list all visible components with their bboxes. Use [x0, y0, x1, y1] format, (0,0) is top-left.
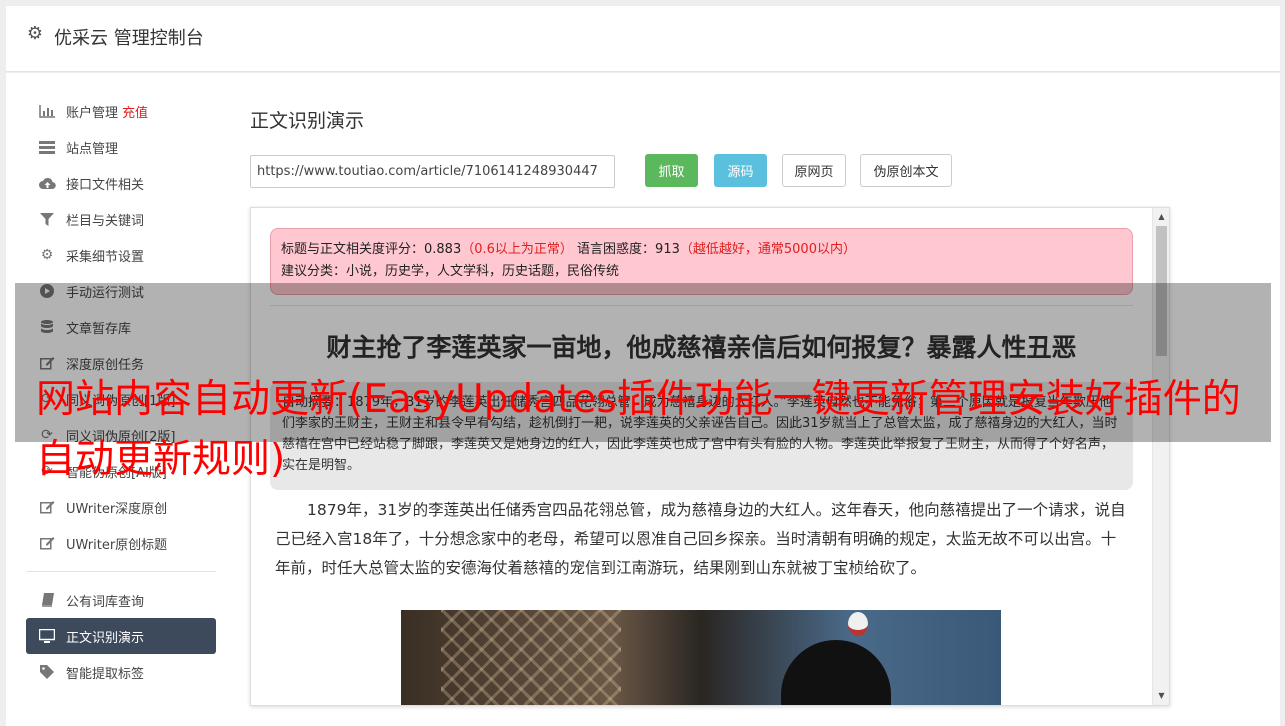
sidebar-item-text-recognition[interactable]: 正文识别演示	[26, 618, 216, 654]
refresh-icon: ⟳	[41, 391, 53, 407]
category-suggestion: 建议分类：小说，历史学，人文学科，历史话题，民俗传统	[281, 264, 620, 279]
hat-finial	[848, 612, 868, 636]
edit-icon	[38, 356, 56, 370]
sidebar-divider	[26, 571, 216, 572]
sidebar-item-label: 栏目与关键词	[66, 213, 145, 229]
edit-icon	[38, 536, 56, 550]
play-circle-icon	[38, 284, 56, 298]
auto-summary: 自动摘要：1879年，31岁的李莲英出任储秀宫四品花翎总管，成为慈禧身边的大红人…	[270, 382, 1133, 490]
sidebar-item-label: 文章暂存库	[66, 321, 132, 337]
monitor-icon	[38, 629, 56, 643]
sidebar-item-label: 采集细节设置	[66, 249, 145, 265]
grab-button[interactable]: 抓取	[645, 154, 698, 187]
page-title: 正文识别演示	[250, 110, 365, 132]
sidebar-item-label: 公有词库查询	[66, 594, 145, 610]
sidebar-item-label: 同义词伪原创[2版]	[66, 429, 176, 445]
edit-icon	[38, 500, 56, 514]
relevance-hint: （0.6以上为正常）	[461, 242, 573, 257]
sidebar: 账户管理 充值 站点管理 接口文件相关 栏目与关键词 ⚙ 采集细节设置 手动运行…	[26, 93, 216, 690]
article-title: 财主抢了李莲英家一亩地，他成慈禧亲信后如何报复？暴露人性丑恶	[326, 333, 1077, 362]
sidebar-item-article-store[interactable]: 文章暂存库	[26, 309, 216, 345]
sidebar-item-label: 账户管理	[66, 105, 119, 121]
article-paragraph: 1879年，31岁的李莲英出任储秀宫四品花翎总管，成为慈禧身边的大红人。这年春天…	[275, 501, 1126, 577]
book-icon	[38, 593, 56, 607]
original-page-button[interactable]: 原网页	[782, 154, 846, 187]
score-alert: 标题与正文相关度评分：0.883（0.6以上为正常） 语言困惑度：913（越低越…	[270, 228, 1133, 295]
main-panel: 账户管理 充值 站点管理 接口文件相关 栏目与关键词 ⚙ 采集细节设置 手动运行…	[6, 73, 1280, 726]
database-icon	[38, 320, 56, 334]
sidebar-item-label: 站点管理	[66, 141, 119, 157]
sidebar-item-collect-settings[interactable]: ⚙ 采集细节设置	[26, 237, 216, 273]
app-title: 优采云 管理控制台	[54, 28, 204, 49]
content-divider	[270, 305, 1133, 306]
sidebar-item-sites[interactable]: 站点管理	[26, 129, 216, 165]
scrollbar[interactable]: ▲ ▼	[1152, 208, 1169, 705]
refresh-icon: ⟳	[41, 463, 53, 479]
relevance-score: 标题与正文相关度评分：0.883	[281, 242, 462, 257]
sidebar-item-manual-run[interactable]: 手动运行测试	[26, 273, 216, 309]
sidebar-item-label: 正文识别演示	[66, 630, 145, 646]
sidebar-item-label: 接口文件相关	[66, 177, 145, 193]
sidebar-item-interface-files[interactable]: 接口文件相关	[26, 165, 216, 201]
sidebar-item-label: 智能提取标签	[66, 666, 145, 682]
refresh-icon: ⟳	[41, 427, 53, 443]
tag-icon	[38, 665, 56, 679]
sidebar-item-uwriter-title[interactable]: UWriter原创标题	[26, 525, 216, 561]
sidebar-item-deep-original[interactable]: 深度原创任务	[26, 345, 216, 381]
gear-icon: ⚙	[26, 23, 44, 44]
sidebar-item-smart-pseudo[interactable]: ⟳ 智能伪原创[AI版]	[26, 453, 216, 489]
lattice-window	[441, 610, 621, 705]
top-bar: ⚙ 优采云 管理控制台	[6, 6, 1280, 72]
server-icon	[38, 140, 56, 154]
scroll-up-icon[interactable]: ▲	[1156, 211, 1167, 223]
filter-icon	[38, 212, 56, 226]
sidebar-item-label: UWriter深度原创	[66, 501, 168, 517]
cloud-upload-icon	[38, 176, 56, 190]
sidebar-item-synonym-v2[interactable]: ⟳ 同义词伪原创[2版]	[26, 417, 216, 453]
sidebar-item-account[interactable]: 账户管理 充值	[26, 93, 216, 129]
sidebar-item-label: 智能伪原创[AI版]	[66, 465, 167, 481]
scroll-thumb[interactable]	[1156, 226, 1167, 356]
sidebar-item-keywords[interactable]: 栏目与关键词	[26, 201, 216, 237]
sidebar-item-label: 深度原创任务	[66, 357, 145, 373]
sidebar-item-smart-tags[interactable]: 智能提取标签	[26, 654, 216, 690]
pseudo-original-button[interactable]: 伪原创本文	[860, 154, 952, 187]
sidebar-item-public-lexicon[interactable]: 公有词库查询	[26, 582, 216, 618]
bar-chart-icon	[38, 104, 56, 118]
result-frame[interactable]: 标题与正文相关度评分：0.883（0.6以上为正常） 语言困惑度：913（越低越…	[250, 207, 1170, 706]
url-input[interactable]	[250, 155, 615, 188]
sidebar-item-label: 同义词伪原创[1版]	[66, 393, 176, 409]
cogs-icon: ⚙	[40, 247, 54, 263]
article-image	[401, 610, 1001, 705]
sidebar-item-label: 手动运行测试	[66, 285, 145, 301]
perplexity-score: 语言困惑度：913	[577, 242, 680, 257]
sidebar-item-label: UWriter原创标题	[66, 537, 168, 553]
qing-hat	[781, 640, 891, 705]
source-button[interactable]: 源码	[714, 154, 767, 187]
sidebar-item-uwriter-deep[interactable]: UWriter深度原创	[26, 489, 216, 525]
sidebar-item-synonym-v1[interactable]: ⟳ 同义词伪原创[1版]	[26, 381, 216, 417]
scroll-down-icon[interactable]: ▼	[1156, 690, 1167, 702]
perplexity-hint: （越低越好，通常5000以内）	[679, 242, 856, 257]
recharge-link[interactable]: 充值	[122, 102, 148, 121]
